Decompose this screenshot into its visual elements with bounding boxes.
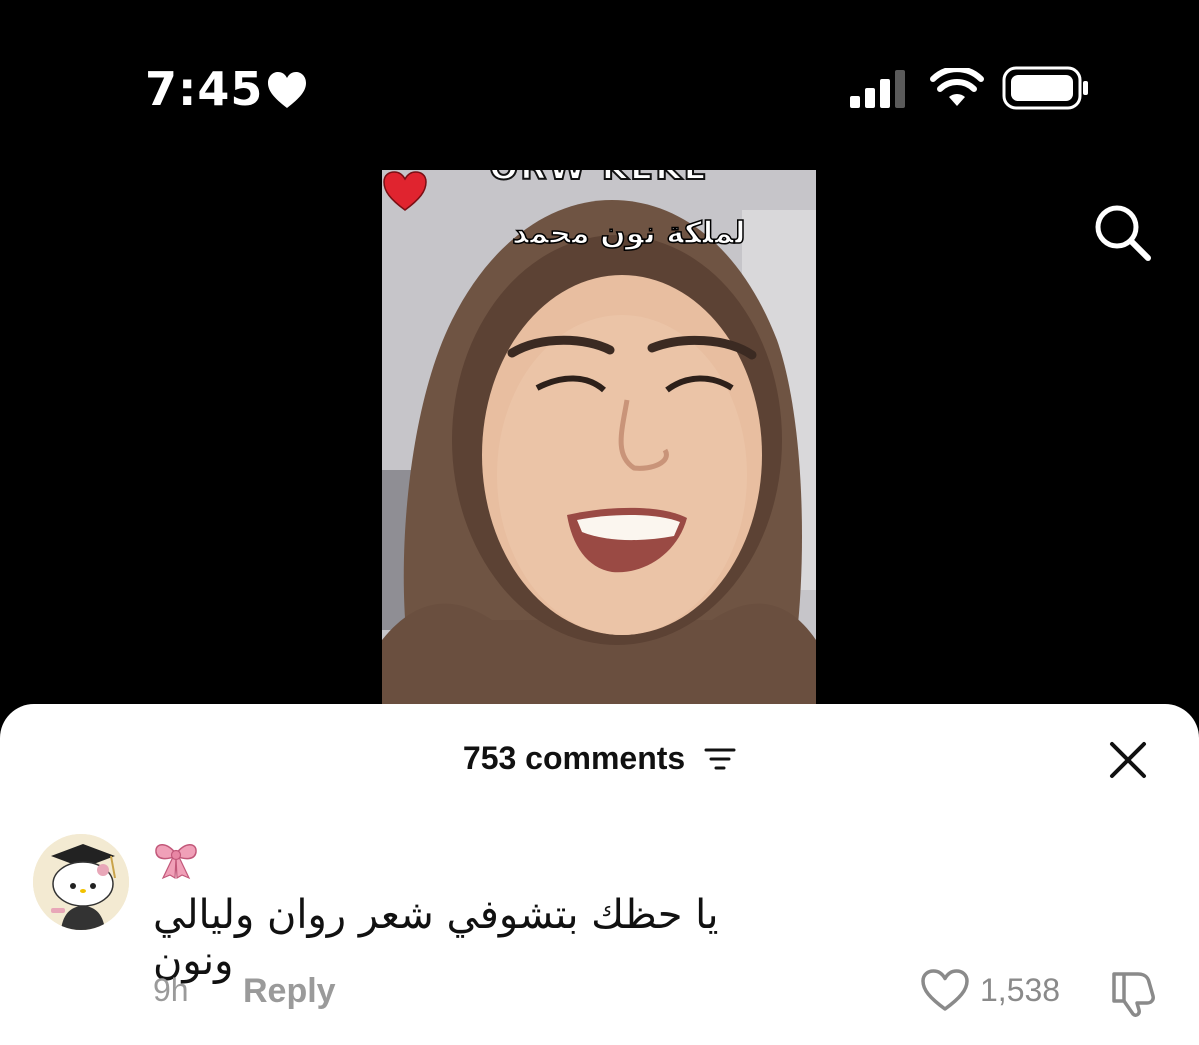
comments-count-label: 753 comments bbox=[462, 740, 686, 777]
heart-outline-icon[interactable] bbox=[920, 968, 970, 1012]
cellular-signal-icon bbox=[850, 70, 905, 108]
comments-sheet: 753 comments يا حظك بتشوفي شعر روان وليا… bbox=[0, 704, 1199, 1045]
red-heart-icon bbox=[383, 171, 427, 211]
battery-icon bbox=[1002, 66, 1088, 110]
ribbon-bow-icon[interactable] bbox=[153, 840, 199, 880]
heart-icon bbox=[268, 72, 306, 108]
video-overlay-text: لملكة نون محمد bbox=[511, 215, 746, 252]
status-time: 7:45 bbox=[145, 62, 264, 116]
comment-body: يا حظك بتشوفي شعر روان وليالي ونون bbox=[153, 892, 719, 984]
video-top-caption: ORW KEKE bbox=[382, 170, 816, 189]
reply-button[interactable]: Reply bbox=[243, 972, 336, 1011]
avatar-illustration bbox=[33, 834, 129, 930]
thumbs-down-icon[interactable] bbox=[1108, 968, 1160, 1018]
avatar[interactable] bbox=[33, 834, 129, 930]
comments-header: 753 comments bbox=[0, 738, 1199, 777]
like-count: 1,538 bbox=[980, 972, 1061, 1008]
search-icon[interactable] bbox=[1090, 200, 1154, 264]
status-bar: 7:45 bbox=[0, 0, 1199, 170]
video-thumbnail[interactable]: ORW KEKE لملكة نون محمد bbox=[382, 170, 816, 710]
video-face-illustration bbox=[382, 170, 816, 710]
close-icon[interactable] bbox=[1108, 740, 1148, 780]
comment-text: يا حظك بتشوفي شعر روان وليالي ونون bbox=[153, 892, 803, 984]
video-player[interactable]: ORW KEKE لملكة نون محمد bbox=[0, 170, 1199, 710]
filter-icon[interactable] bbox=[704, 746, 736, 772]
comment-timestamp: 9h bbox=[153, 972, 189, 1008]
wifi-icon bbox=[930, 68, 984, 106]
comment-item: يا حظك بتشوفي شعر روان وليالي ونون 9h Re… bbox=[0, 832, 1199, 1042]
